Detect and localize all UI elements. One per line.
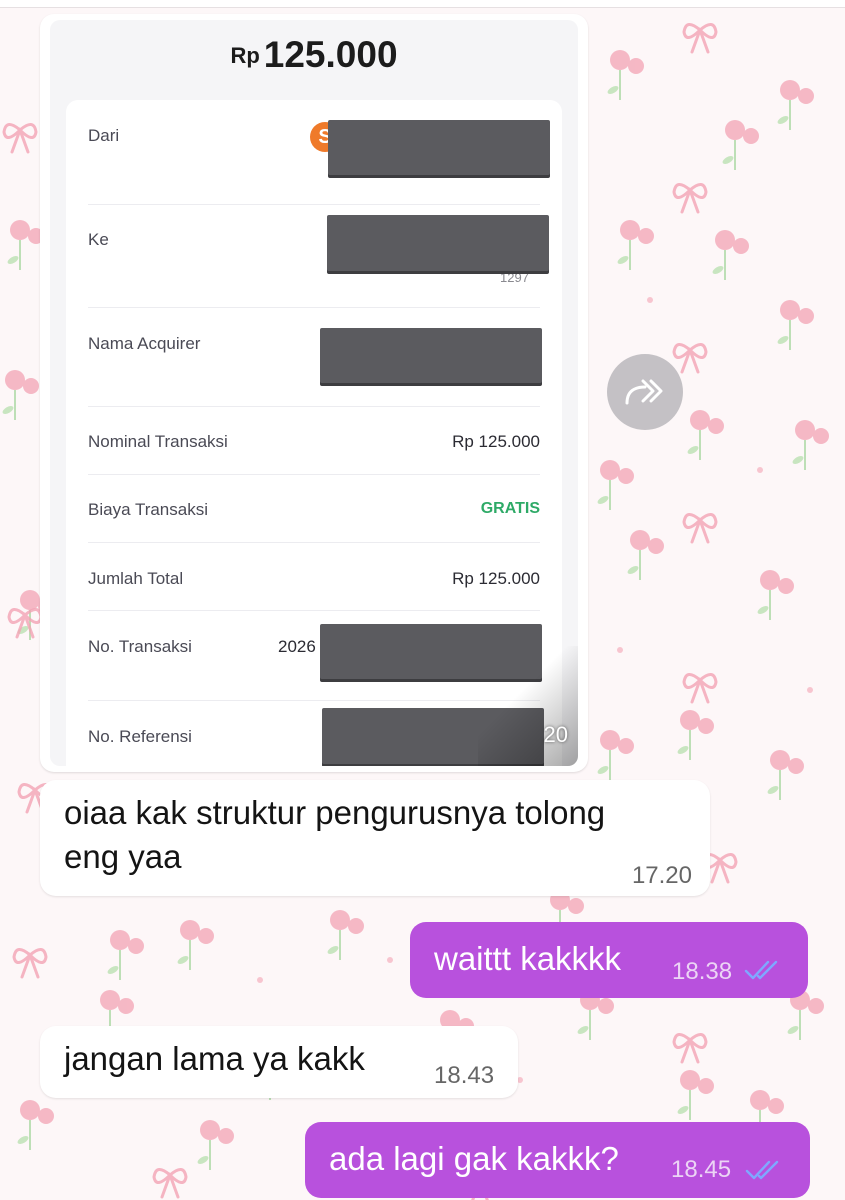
tulip-decoration — [607, 50, 644, 100]
receipt-label: Nama Acquirer — [88, 334, 201, 353]
dot-decoration — [757, 467, 763, 473]
ribbon-decoration — [7, 608, 43, 639]
dot-decoration — [387, 957, 393, 963]
message-time: 18.45 — [671, 1156, 732, 1183]
receipt-amount-value: 125.000 — [263, 34, 398, 75]
payment-receipt-screenshot[interactable]: Rp125.000 Dari S Ke 1297 Nama Acquirer — [50, 20, 578, 766]
message-time: 17.20 — [631, 862, 692, 889]
ribbon-decoration — [682, 673, 718, 704]
tulip-decoration — [7, 220, 44, 270]
row-divider — [88, 474, 540, 475]
tulip-decoration — [617, 220, 654, 270]
row-divider — [88, 542, 540, 543]
dot-decoration — [617, 647, 623, 653]
receipt-label: Biaya Transaksi — [88, 500, 208, 519]
image-timestamp: 20 — [543, 722, 568, 747]
dot-decoration — [257, 977, 263, 983]
row-divider — [88, 204, 540, 205]
image-corner-shade — [478, 646, 578, 766]
ribbon-decoration — [12, 948, 48, 979]
outgoing-message[interactable]: ada lagi gak kakkk? 18.45 — [305, 1122, 810, 1198]
receipt-label: No. Transaksi — [88, 637, 192, 656]
tulip-decoration — [792, 420, 829, 470]
message-time: 18.43 — [434, 1062, 495, 1089]
tulip-decoration — [197, 1120, 234, 1170]
double-check-icon — [744, 960, 778, 980]
ribbon-decoration — [152, 1168, 188, 1199]
top-divider — [0, 0, 845, 8]
row-divider — [88, 307, 540, 308]
tulip-decoration — [722, 120, 759, 170]
tulip-decoration — [177, 920, 214, 970]
receipt-label: Dari — [88, 126, 120, 145]
dot-decoration — [807, 687, 813, 693]
tulip-decoration — [767, 750, 804, 800]
tulip-decoration — [757, 570, 794, 620]
receipt-value-gratis: GRATIS — [480, 500, 540, 517]
message-time: 18.38 — [672, 958, 733, 985]
tulip-decoration — [597, 730, 634, 780]
tulip-decoration — [17, 1100, 54, 1150]
receipt-value: Rp 125.000 — [452, 432, 540, 451]
receipt-label: Nominal Transaksi — [88, 432, 228, 451]
ribbon-decoration — [2, 123, 38, 154]
redacted-acquirer — [320, 328, 542, 383]
receipt-currency: Rp — [230, 43, 260, 68]
tulip-decoration — [107, 930, 144, 980]
ribbon-decoration — [672, 183, 708, 214]
receipt-label: No. Referensi — [88, 727, 192, 746]
tulip-decoration — [677, 1070, 714, 1120]
tulip-decoration — [777, 80, 814, 130]
redacted-recipient — [327, 215, 549, 271]
message-text: oiaa kak struktur pengurusnya tolong — [64, 794, 606, 831]
dot-decoration — [647, 297, 653, 303]
tulip-decoration — [687, 410, 724, 460]
tulip-decoration — [2, 370, 39, 420]
image-message-bubble[interactable]: Rp125.000 Dari S Ke 1297 Nama Acquirer — [40, 14, 588, 772]
ribbon-decoration — [682, 513, 718, 544]
message-text: jangan lama ya kakk — [64, 1040, 365, 1077]
outgoing-message[interactable]: waittt kakkkk 18.38 — [410, 922, 808, 998]
tulip-decoration — [627, 530, 664, 580]
receipt-label: Ke — [88, 230, 109, 249]
row-divider — [88, 406, 540, 407]
ribbon-decoration — [672, 1033, 708, 1064]
receipt-label: Jumlah Total — [88, 569, 184, 588]
message-text: ada lagi gak kakkk? — [329, 1140, 619, 1177]
redacted-sender — [328, 120, 550, 175]
row-divider — [88, 610, 540, 611]
tulip-decoration — [327, 910, 364, 960]
message-text: eng yaa — [64, 838, 182, 875]
transaction-number-prefix: 2026 — [278, 637, 316, 656]
tulip-decoration — [597, 460, 634, 510]
double-check-icon — [745, 1160, 779, 1180]
forward-button[interactable] — [607, 354, 683, 430]
incoming-message[interactable]: jangan lama ya kakk 18.43 — [40, 1026, 518, 1098]
message-text: waittt kakkkk — [434, 940, 622, 977]
tulip-decoration — [777, 300, 814, 350]
forward-icon — [625, 379, 663, 405]
incoming-message[interactable]: oiaa kak struktur pengurusnya tolong eng… — [40, 780, 710, 896]
partial-account-number: 1297 — [500, 270, 529, 285]
ribbon-decoration — [682, 23, 718, 54]
receipt-value: Rp 125.000 — [452, 569, 540, 588]
receipt-amount: Rp 125.000 — [50, 34, 578, 76]
ribbon-decoration — [672, 343, 708, 374]
tulip-decoration — [712, 230, 749, 280]
row-divider — [88, 700, 540, 701]
tulip-decoration — [677, 710, 714, 760]
